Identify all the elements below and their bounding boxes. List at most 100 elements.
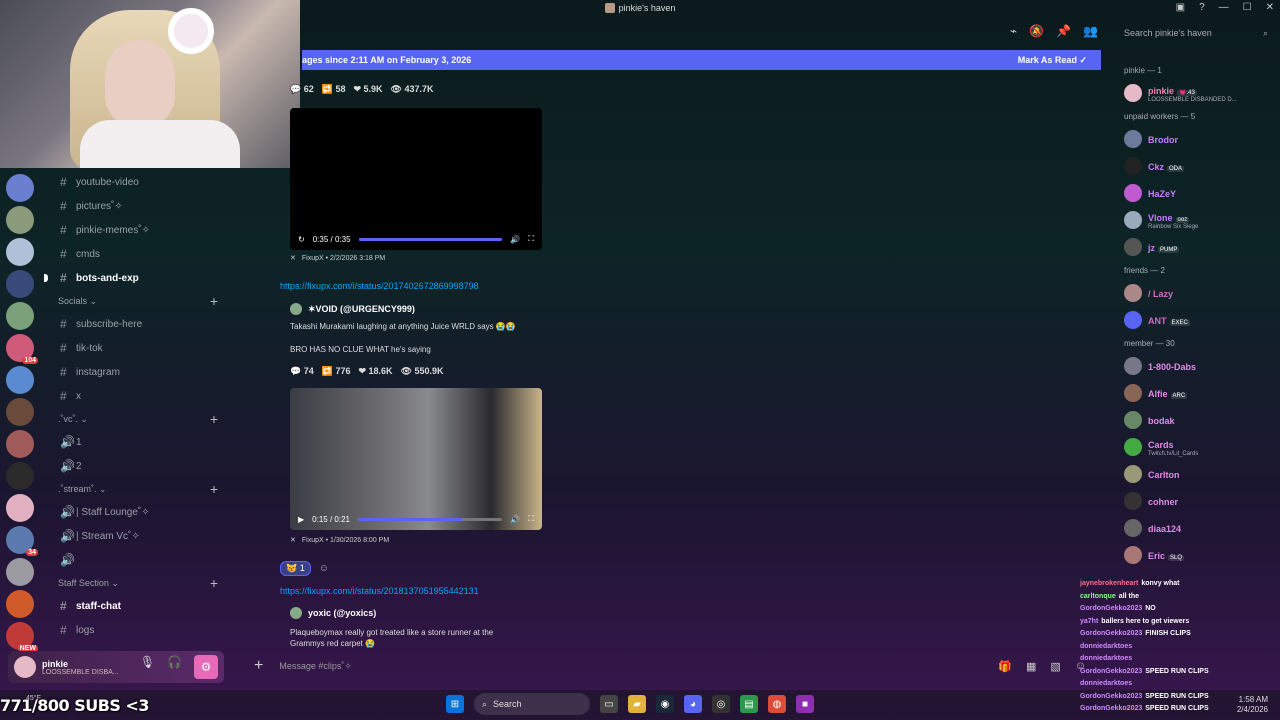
add-channel-icon[interactable]: + [210, 481, 218, 497]
server-icon[interactable] [6, 270, 34, 298]
maximize-button[interactable]: ☐ [1243, 2, 1252, 13]
start-icon[interactable]: ⊞ [446, 695, 464, 713]
channel-stream-0[interactable]: 🔊 | Staff Lounge˚✧ [40, 500, 230, 524]
video-player[interactable]: ↻ 0:35 / 0:35 🔊 ⛶ [290, 108, 542, 250]
server-icon[interactable] [6, 366, 34, 394]
member-item[interactable]: Carlton [1118, 460, 1278, 487]
channel-socials-0[interactable]: # subscribe-here [40, 312, 230, 336]
category-socials[interactable]: Socials ⌄ + [40, 290, 230, 312]
folder-icon[interactable]: ▰ [628, 695, 646, 713]
new-messages-bar[interactable]: ages since 2:11 AM on February 3, 2026 M… [302, 50, 1101, 70]
server-icon[interactable] [6, 462, 34, 490]
embed-author[interactable]: ✶VOID (@URGENCY999) [290, 303, 415, 315]
category-vc[interactable]: .˚vc˚. ⌄ + [40, 408, 230, 430]
category-staff[interactable]: Staff Section ⌄ + [40, 572, 230, 594]
sticker-icon[interactable]: ▧ [1050, 660, 1060, 673]
close-button[interactable]: ✕ [1266, 2, 1274, 13]
member-item[interactable]: / Lazy [1118, 279, 1278, 306]
member-item[interactable]: Brodor [1118, 125, 1278, 152]
channel-socials-2[interactable]: # instagram [40, 360, 230, 384]
task-view-icon[interactable]: ▭ [600, 695, 618, 713]
minimize-button[interactable]: — [1219, 2, 1229, 13]
embed-author[interactable]: yoxic (@yoxics) [290, 607, 376, 619]
message-link[interactable]: https://fixupx.com/i/status/201740267286… [280, 281, 479, 291]
inbox-icon[interactable]: ▣ [1176, 2, 1185, 13]
message-input[interactable]: Message #clips˚✧ [279, 661, 352, 672]
obs-icon[interactable]: ◎ [712, 695, 730, 713]
add-reaction-icon[interactable]: ☺ [319, 563, 329, 574]
server-icon[interactable] [6, 174, 34, 202]
mute-icon[interactable]: 🔕 [1029, 24, 1044, 38]
member-item[interactable]: 1-800-Dabs [1118, 352, 1278, 379]
app-icon[interactable]: ▤ [740, 695, 758, 713]
discord-icon[interactable]: ◕ [684, 695, 702, 713]
server-icon[interactable] [6, 398, 34, 426]
channel-socials-3[interactable]: # x [40, 384, 230, 408]
fullscreen-icon[interactable]: ⛶ [528, 514, 534, 524]
fullscreen-icon[interactable]: ⛶ [528, 234, 534, 244]
video-seekbar[interactable] [358, 237, 503, 241]
member-item[interactable]: Vlone ooz Rainbow Six Siege [1118, 206, 1278, 233]
avatar[interactable] [14, 656, 36, 678]
video-seekbar[interactable] [357, 517, 503, 521]
server-icon[interactable]: 104 [6, 334, 38, 364]
category-stream[interactable]: .˚stream˚. ⌄ + [40, 478, 230, 500]
headphones-icon[interactable]: 🎧 [167, 655, 182, 679]
gear-icon[interactable]: ⚙ [194, 655, 218, 679]
pin-icon[interactable]: 📌 [1056, 24, 1071, 38]
server-icon[interactable]: 34 [6, 526, 38, 556]
add-channel-icon[interactable]: + [210, 575, 218, 591]
member-item[interactable]: jz PUMP [1118, 233, 1278, 260]
members-icon[interactable]: 👥 [1083, 24, 1098, 38]
replay-icon[interactable]: ↻ [298, 235, 305, 244]
add-attachment-icon[interactable]: + [254, 657, 263, 675]
add-channel-icon[interactable]: + [210, 411, 218, 427]
message-link[interactable]: https://fixupx.com/i/status/201813705195… [280, 586, 479, 596]
member-item[interactable]: cohner [1118, 487, 1278, 514]
threads-icon[interactable]: ⌁ [1010, 24, 1017, 38]
server-icon[interactable] [6, 238, 34, 266]
server-icon[interactable] [6, 494, 34, 522]
channel-staff-1[interactable]: # logs [40, 618, 230, 642]
mic-icon[interactable]: 🎙 [140, 655, 155, 679]
channel-items_top-3[interactable]: # cmds [40, 242, 230, 266]
server-icon[interactable] [6, 558, 34, 586]
video-player[interactable]: ▶ 0:15 / 0:21 🔊 ⛶ [290, 388, 542, 530]
gif-icon[interactable]: ▦ [1026, 660, 1036, 673]
steam-icon[interactable]: ◉ [656, 695, 674, 713]
server-icon[interactable] [6, 430, 34, 458]
chrome-icon[interactable]: ◍ [768, 695, 786, 713]
member-item[interactable]: Cards Twitch.tv/Lil_Cards [1118, 433, 1278, 460]
channel-socials-1[interactable]: # tik-tok [40, 336, 230, 360]
search-input[interactable]: Search pinkie's haven ⌕ [1118, 24, 1274, 42]
member-item[interactable]: bodak [1118, 406, 1278, 433]
member-item[interactable]: HaZeY [1118, 179, 1278, 206]
member-item[interactable]: ANT EXEC [1118, 306, 1278, 333]
channel-items_top-0[interactable]: # youtube-video [40, 170, 230, 194]
channel-staff-0[interactable]: # staff-chat [40, 594, 230, 618]
play-icon[interactable]: ▶ [298, 515, 304, 524]
server-icon[interactable] [6, 302, 34, 330]
member-item[interactable]: Eric SLQ [1118, 541, 1278, 568]
channel-items_top-1[interactable]: # pictures˚✧ [40, 194, 230, 218]
member-item[interactable]: pinkie 💗.43 LOOSSEMBLE DISBANDED D... [1118, 79, 1278, 106]
channel-items_top-4[interactable]: # bots-and-exp [40, 266, 230, 290]
add-channel-icon[interactable]: + [210, 293, 218, 309]
member-item[interactable]: Alfie ARC [1118, 379, 1278, 406]
mark-as-read-button[interactable]: Mark As Read ✓ [1018, 55, 1087, 66]
member-item[interactable]: diaa124 [1118, 514, 1278, 541]
help-icon[interactable]: ? [1199, 2, 1205, 13]
reaction-chip[interactable]: 😿 1 [280, 561, 311, 576]
channel-stream-2[interactable]: 🔊 [40, 548, 230, 572]
channel-vc-0[interactable]: 🔊 1 [40, 430, 230, 454]
channel-vc-1[interactable]: 🔊 2 [40, 454, 230, 478]
server-icon[interactable]: NEW [6, 622, 38, 652]
app-icon[interactable]: ■ [796, 695, 814, 713]
server-icon[interactable] [6, 206, 34, 234]
gift-icon[interactable]: 🎁 [998, 660, 1012, 673]
volume-icon[interactable]: 🔊 [510, 515, 520, 524]
volume-icon[interactable]: 🔊 [510, 235, 520, 244]
channel-items_top-2[interactable]: # pinkie-memes˚✧ [40, 218, 230, 242]
channel-stream-1[interactable]: 🔊 | Stream Vc˚✧ [40, 524, 230, 548]
taskbar-search[interactable]: ⌕ Search [474, 693, 590, 715]
